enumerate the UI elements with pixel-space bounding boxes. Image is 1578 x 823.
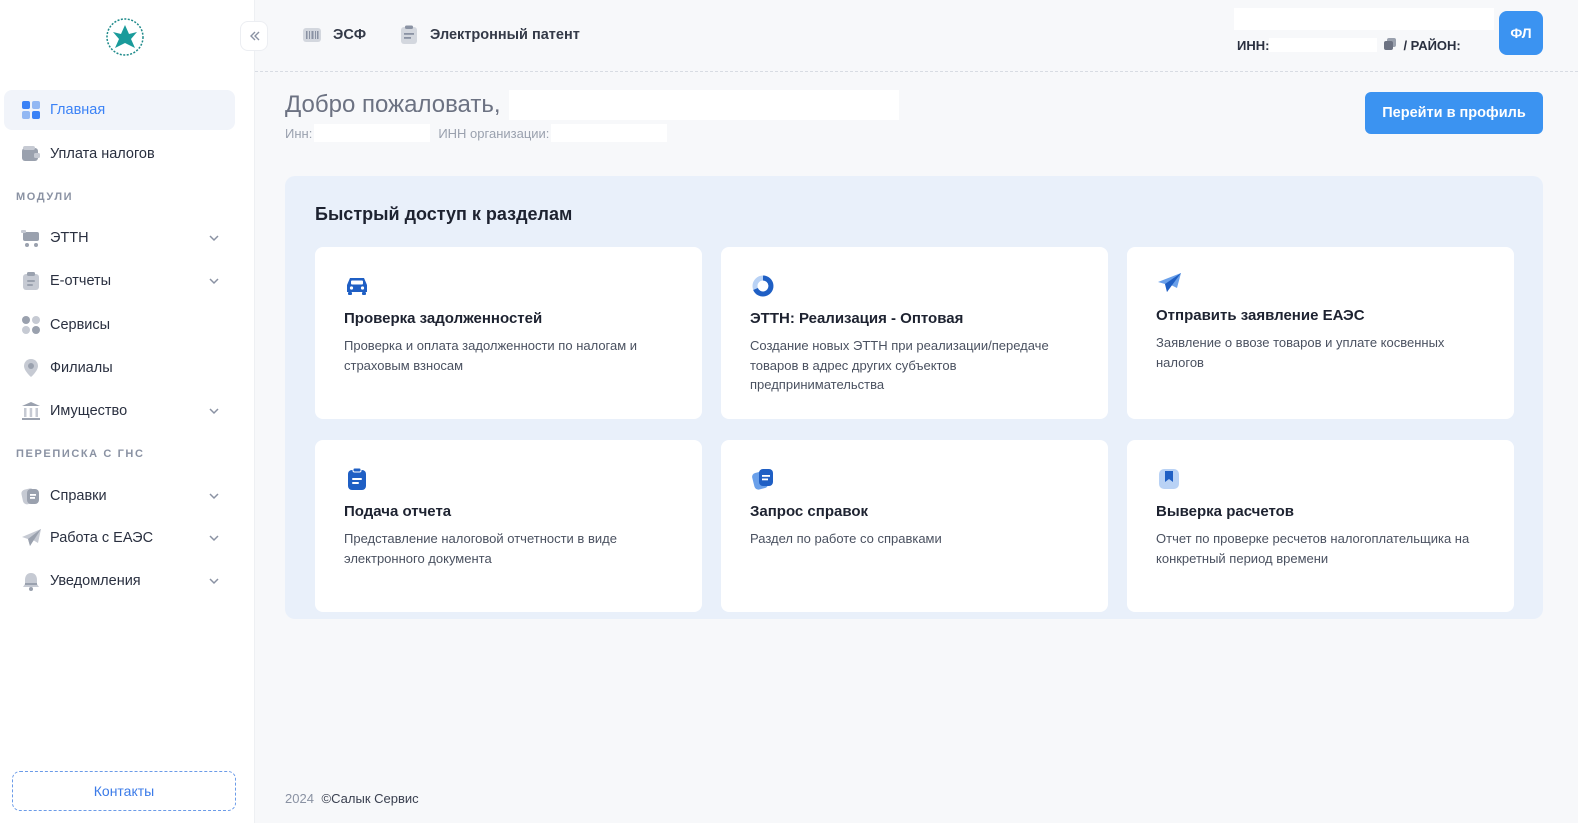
dots-grid-icon <box>20 314 42 336</box>
sidebar: Главная Уплата налогов МОДУЛИ ЭТТН Е-отч… <box>0 0 255 823</box>
sidebar-item-ettn[interactable]: ЭТТН <box>4 218 235 258</box>
quick-card-debt-check[interactable]: Проверка задолженностей Проверка и оплат… <box>315 247 702 419</box>
clipboard-icon <box>344 466 370 492</box>
sidebar-item-label: Е-отчеты <box>50 273 112 289</box>
section-label-modules: МОДУЛИ <box>16 191 74 203</box>
quick-card-title: Подача отчета <box>344 503 452 520</box>
sidebar-item-label: Филиалы <box>50 360 113 376</box>
chevron-down-icon <box>209 535 219 542</box>
chevron-down-icon <box>209 278 219 285</box>
quick-card-description: Создание новых ЭТТН при реализации/перед… <box>750 338 1049 392</box>
sidebar-item-label: ЭТТН <box>50 230 89 246</box>
inn-value <box>1269 38 1378 52</box>
quick-card-eaeu-application[interactable]: Отправить заявление ЕАЭС Заявление о вво… <box>1127 247 1514 419</box>
footer-year: 2024 <box>285 791 314 806</box>
chevron-down-icon <box>209 235 219 242</box>
bank-building-icon <box>20 400 42 422</box>
car-icon <box>344 273 370 299</box>
document-list-icon <box>398 24 420 46</box>
chevron-down-icon <box>209 578 219 585</box>
quick-card-description: Представление налоговой отчетности в вид… <box>344 531 617 566</box>
barcode-icon <box>301 24 323 46</box>
sidebar-item-property[interactable]: Имущество <box>4 391 235 431</box>
grid-icon <box>20 99 42 121</box>
welcome-text: Добро пожаловать, <box>285 91 501 118</box>
sidebar-item-label: Работа с ЕАЭС <box>50 530 154 546</box>
contacts-button[interactable]: Контакты <box>12 771 236 811</box>
user-type-badge[interactable]: ФЛ <box>1499 11 1543 55</box>
inn-label: ИНН: <box>1237 37 1270 53</box>
org-inn-value <box>551 124 668 142</box>
quick-card-title: Проверка задолженностей <box>344 310 543 327</box>
sidebar-item-tax-payment[interactable]: Уплата налогов <box>4 134 235 174</box>
tax-service-logo[interactable] <box>100 16 150 58</box>
sidebar-item-label: Справки <box>50 488 107 504</box>
sidebar-item-e-reports[interactable]: Е-отчеты <box>4 261 235 301</box>
quick-card-description: Заявление о ввозе товаров и уплате косве… <box>1156 335 1445 370</box>
quick-card-report-submission[interactable]: Подача отчета Представление налоговой от… <box>315 440 702 612</box>
top-link-label: Электронный патент <box>430 27 580 43</box>
clipboard-icon <box>20 270 42 292</box>
bell-icon <box>20 570 42 592</box>
donut-icon <box>750 273 776 299</box>
sidebar-item-eaeu[interactable]: Работа с ЕАЭС <box>4 518 235 558</box>
sidebar-item-home[interactable]: Главная <box>4 90 235 130</box>
welcome-heading: Добро пожаловать, <box>285 90 899 120</box>
sidebar-item-branches[interactable]: Филиалы <box>4 348 235 388</box>
location-pin-icon <box>20 357 42 379</box>
quick-access-title: Быстрый доступ к разделам <box>315 204 573 224</box>
plane-icon <box>1156 269 1182 295</box>
bookmark-icon <box>1156 466 1182 492</box>
wallet-icon <box>20 143 42 165</box>
district-label: / РАЙОН: <box>1403 37 1461 53</box>
go-to-profile-button[interactable]: Перейти в профиль <box>1365 92 1543 134</box>
quick-card-description: Проверка и оплата задолженности по налог… <box>344 338 638 373</box>
quick-card-title: ЭТТН: Реализация - Оптовая <box>750 310 964 327</box>
cart-icon <box>20 227 42 249</box>
quick-card-ettn-wholesale[interactable]: ЭТТН: Реализация - Оптовая Создание новы… <box>721 247 1108 419</box>
footer: 2024 ©Салык Сервис <box>285 791 419 806</box>
sidebar-item-certificates[interactable]: Справки <box>4 476 235 516</box>
chevron-down-icon <box>209 408 219 415</box>
quick-card-reconciliation[interactable]: Выверка расчетов Отчет по проверке ресче… <box>1127 440 1514 612</box>
org-inn-label: ИНН организации: <box>438 125 550 141</box>
footer-copyright: ©Салык Сервис <box>321 791 419 806</box>
inn-label: Инн: <box>285 125 313 141</box>
quick-card-title: Отправить заявление ЕАЭС <box>1156 307 1365 324</box>
copy-icon[interactable] <box>1383 37 1399 53</box>
sidebar-item-label: Сервисы <box>50 317 111 333</box>
chevron-down-icon <box>209 493 219 500</box>
plane-icon <box>20 527 42 549</box>
user-name-field <box>1234 8 1494 30</box>
top-link-label: ЭСФ <box>333 27 367 43</box>
top-link-esf[interactable]: ЭСФ <box>301 24 366 46</box>
certificate-icon <box>20 485 42 507</box>
user-full-name <box>508 90 899 120</box>
sidebar-item-label: Главная <box>50 102 106 118</box>
welcome-inn-line: Инн: ИНН организации: <box>285 124 675 142</box>
inn-value <box>314 124 431 142</box>
user-inn-row: ИНН: / РАЙОН: <box>1237 36 1461 54</box>
sidebar-item-services[interactable]: Сервисы <box>4 305 235 345</box>
quick-card-title: Запрос справок <box>750 503 869 520</box>
documents-icon <box>750 466 776 492</box>
sidebar-item-label: Имущество <box>50 403 128 419</box>
quick-access-panel: Быстрый доступ к разделам Проверка задол… <box>285 176 1543 619</box>
quick-card-title: Выверка расчетов <box>1156 503 1295 520</box>
quick-card-certificate-request[interactable]: Запрос справок Раздел по работе со справ… <box>721 440 1108 612</box>
sidebar-item-label: Уплата налогов <box>50 146 155 162</box>
quick-card-description: Отчет по проверке ресчетов налогоплатель… <box>1156 531 1470 566</box>
sidebar-item-notifications[interactable]: Уведомления <box>4 561 235 601</box>
top-link-e-patent[interactable]: Электронный патент <box>398 24 580 46</box>
sidebar-item-label: Уведомления <box>50 573 141 589</box>
quick-card-description: Раздел по работе со справками <box>750 531 942 546</box>
section-label-correspondence: ПЕРЕПИСКА С ГНС <box>16 448 145 460</box>
